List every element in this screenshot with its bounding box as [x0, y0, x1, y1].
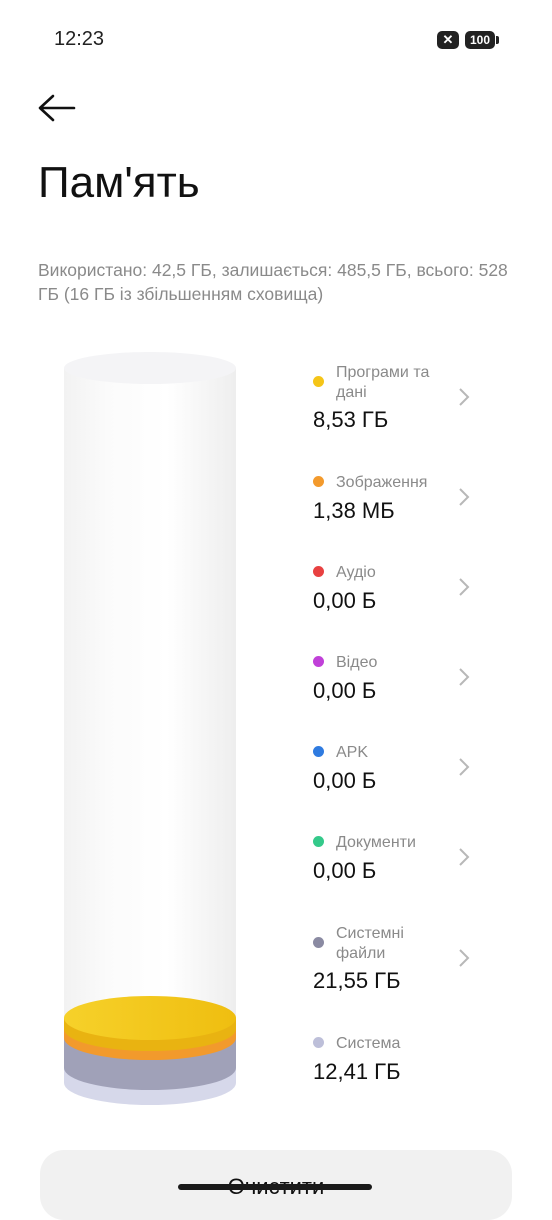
legend-name: Відео: [336, 654, 378, 671]
legend-name: Аудіо: [336, 564, 376, 581]
legend-value: 1,38 МБ: [313, 498, 395, 523]
legend-dot-audio: [313, 566, 324, 577]
cylinder-top: [64, 352, 236, 384]
storage-summary: Використано: 42,5 ГБ, залишається: 485,5…: [38, 260, 508, 304]
home-indicator[interactable]: [178, 1184, 372, 1190]
legend-value: 0,00 Б: [313, 858, 377, 883]
legend-value: 0,00 Б: [313, 588, 377, 613]
legend-dot-system: [313, 1037, 324, 1048]
legend-name: APK: [336, 744, 369, 761]
chevron-right-icon: [459, 488, 470, 506]
chevron-right-icon: [459, 848, 470, 866]
legend-dot-apps: [313, 376, 324, 387]
legend-name: Документи: [336, 834, 416, 851]
legend-name: Програми та дані: [336, 364, 430, 401]
status-bar: 12:23 ✕ 100: [0, 0, 552, 80]
chevron-right-icon: [459, 949, 470, 967]
legend-value: 21,55 ГБ: [313, 968, 401, 993]
page-title: Пам'ять: [38, 158, 200, 207]
chevron-right-icon: [459, 668, 470, 686]
legend-value: 12,41 ГБ: [313, 1059, 401, 1084]
notification-close-icon: ✕: [437, 31, 459, 49]
legend-value: 0,00 Б: [313, 678, 377, 703]
chevron-right-icon: [459, 388, 470, 406]
storage-cylinder-chart: [64, 352, 236, 1105]
battery-icon: 100: [465, 31, 495, 49]
legend-dot-system-files: [313, 937, 324, 948]
legend-dot-documents: [313, 836, 324, 847]
back-button[interactable]: [34, 88, 78, 128]
back-arrow-icon: [38, 94, 76, 122]
legend-dot-images: [313, 476, 324, 487]
legend-value: 8,53 ГБ: [313, 407, 389, 432]
legend-dot-video: [313, 656, 324, 667]
status-time: 12:23: [54, 28, 105, 50]
legend-name: Системні файли: [336, 925, 404, 962]
legend-name: Система: [336, 1035, 401, 1052]
chevron-right-icon: [459, 578, 470, 596]
legend-dot-apk: [313, 746, 324, 757]
cylinder-body: [64, 368, 236, 1102]
battery-nub: [496, 36, 499, 44]
legend-name: Зображення: [336, 474, 428, 491]
legend-value: 0,00 Б: [313, 768, 377, 793]
chevron-right-icon: [459, 758, 470, 776]
segment-apps-top: [64, 996, 236, 1040]
